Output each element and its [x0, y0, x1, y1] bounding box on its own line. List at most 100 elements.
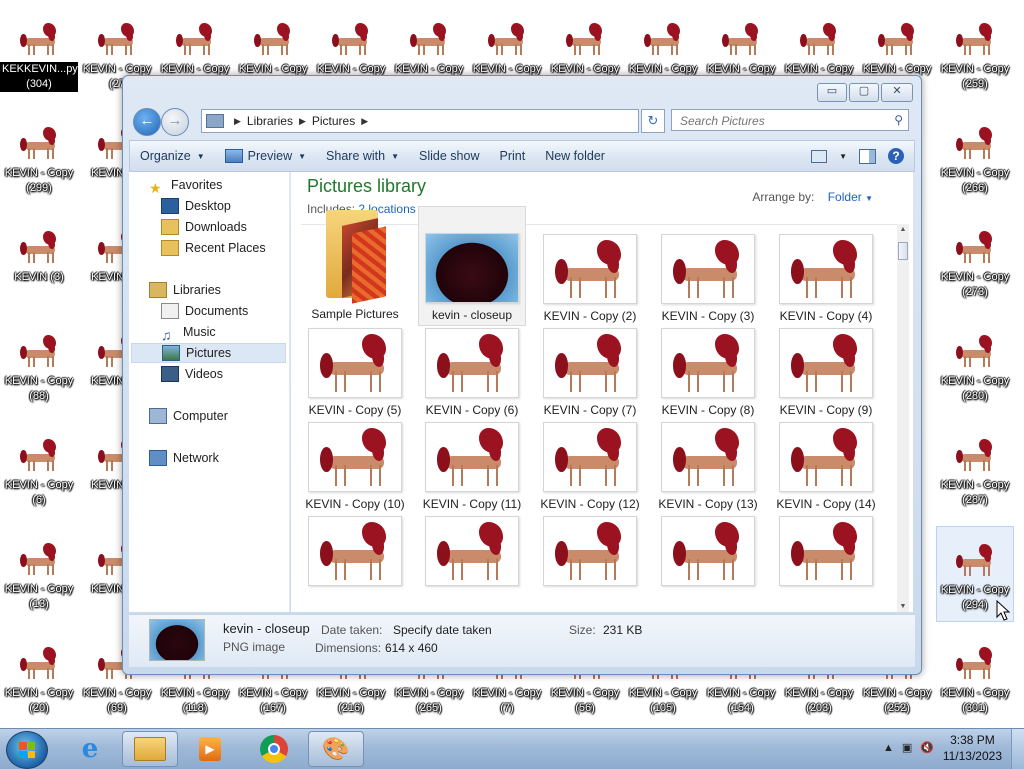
organize-menu[interactable]: Organize ▼	[140, 149, 205, 163]
file-tile[interactable]: KEVIN - Copy (3)	[654, 234, 762, 324]
nav-videos[interactable]: Videos	[161, 364, 223, 384]
folder-tile[interactable]: Sample Pictures	[301, 206, 409, 322]
chevron-right-icon[interactable]: ▶	[299, 116, 306, 127]
file-tile[interactable]	[654, 516, 762, 591]
file-tile[interactable]: KEVIN - Copy (5)	[301, 328, 409, 418]
star-icon: ★	[149, 180, 162, 196]
nav-libraries[interactable]: Libraries	[149, 280, 221, 300]
file-name: KEVIN - Copy (12)	[540, 497, 640, 511]
file-name: KEVIN - Copy (8)	[661, 403, 755, 417]
desktop-icon-kevin[interactable]: KEVIN - Copy (20)	[0, 630, 78, 726]
search-box[interactable]: ⚲	[671, 109, 909, 131]
file-tile[interactable]: KEVIN - Copy (8)	[654, 328, 762, 418]
media-player-taskbar-button[interactable]: ▶	[182, 731, 238, 767]
network-icon[interactable]: ▣	[902, 741, 912, 754]
search-input[interactable]	[678, 111, 882, 131]
address-bar[interactable]: ▶ Libraries ▶ Pictures ▶ ▼	[201, 109, 706, 133]
share-with-menu[interactable]: Share with ▼	[326, 149, 399, 163]
file-tile[interactable]	[772, 516, 880, 591]
slide-show-button[interactable]: Slide show	[419, 149, 479, 163]
maximize-button[interactable]: ▢	[849, 83, 879, 102]
horse-drawing	[482, 20, 532, 58]
nav-desktop[interactable]: Desktop	[161, 196, 231, 216]
nav-computer[interactable]: Computer	[149, 406, 228, 426]
nav-recent-places[interactable]: Recent Places	[161, 238, 266, 258]
search-icon[interactable]: ⚲	[894, 113, 903, 127]
horse-drawing	[560, 20, 610, 58]
refresh-button[interactable]: ↻	[641, 109, 665, 133]
file-tile[interactable]: KEVIN - Copy (13)	[654, 422, 762, 512]
file-name: kevin - closeup	[431, 308, 513, 322]
show-desktop-button[interactable]	[1011, 729, 1024, 769]
preview-menu[interactable]: Preview ▼	[224, 149, 306, 163]
desktop-icon-kevin[interactable]: KEVIN - Copy (301)	[936, 630, 1014, 726]
start-button[interactable]	[6, 731, 48, 769]
desktop-icon-kevin[interactable]: KEVIN - Copy (6)	[0, 422, 78, 518]
file-tile[interactable]: kevin - closeup	[418, 206, 526, 326]
desktop-icon-label: KEVIN - Copy (118)	[160, 687, 230, 714]
desktop-icon-kevin[interactable]: KEVIN - Copy (280)	[936, 318, 1014, 414]
file-tile[interactable]: KEVIN - Copy (2)	[536, 234, 644, 324]
horse-drawing	[544, 235, 636, 303]
file-tile[interactable]	[301, 516, 409, 591]
desktop-icon-label: KEVIN - Copy (56)	[550, 687, 620, 714]
desktop-icon-kevin[interactable]: KEVIN - Copy (287)	[936, 422, 1014, 518]
date-taken-value[interactable]: Specify date taken	[393, 623, 492, 637]
nav-music[interactable]: ♫ Music	[161, 322, 216, 343]
desktop-icon-kevin[interactable]: KEVIN - Copy (88)	[0, 318, 78, 414]
file-tile[interactable]: KEVIN - Copy (14)	[772, 422, 880, 512]
file-tile[interactable]: KEVIN - Copy (9)	[772, 328, 880, 418]
nav-downloads[interactable]: Downloads	[161, 217, 247, 237]
new-folder-button[interactable]: New folder	[545, 149, 605, 163]
nav-favorites[interactable]: ★ Favorites	[149, 175, 222, 196]
file-tile[interactable]	[536, 516, 644, 591]
chevron-right-icon[interactable]: ▶	[234, 116, 241, 127]
file-tile[interactable]: KEVIN - Copy (6)	[418, 328, 526, 418]
file-tile[interactable]: KEVIN - Copy (10)	[301, 422, 409, 512]
file-tile[interactable]: KEVIN - Copy (11)	[418, 422, 526, 512]
volume-muted-icon[interactable]: 🔇	[920, 741, 934, 754]
desktop-icon-kevin[interactable]: KEVIN - Copy (13)	[0, 526, 78, 622]
chrome-taskbar-button[interactable]	[246, 731, 302, 767]
desktop-icon-kevin[interactable]: KEVIN - Copy (299)	[0, 110, 78, 206]
horse-drawing	[14, 540, 64, 578]
chevron-down-icon[interactable]: ▼	[839, 152, 847, 161]
print-button[interactable]: Print	[499, 149, 525, 163]
breadcrumb-libraries[interactable]: Libraries	[247, 114, 293, 128]
internet-explorer-taskbar-button[interactable]: e	[62, 731, 118, 767]
change-view-icon[interactable]	[811, 149, 828, 163]
paint-taskbar-button[interactable]: 🎨	[308, 731, 364, 767]
desktop-icon-kevin[interactable]: KEVIN - Copy (266)	[936, 110, 1014, 206]
desktop-icon-label: KEVIN - Copy (287)	[940, 479, 1010, 506]
breadcrumb-pictures[interactable]: Pictures	[312, 114, 355, 128]
desktop-icon-kevin[interactable]: KEVIN (3)	[0, 214, 78, 310]
nav-network[interactable]: Network	[149, 448, 219, 468]
nav-pictures[interactable]: Pictures	[131, 343, 286, 363]
file-tile[interactable]	[418, 516, 526, 591]
clock[interactable]: 3:38 PM 11/13/2023	[943, 732, 1002, 764]
help-icon[interactable]: ?	[888, 148, 904, 164]
nav-label: Pictures	[186, 346, 232, 360]
show-hidden-icons-icon[interactable]: ▲	[883, 742, 894, 754]
file-tile[interactable]: KEVIN - Copy (4)	[772, 234, 880, 324]
file-tile[interactable]: KEVIN - Copy (7)	[536, 328, 644, 418]
desktop-icon-kevin[interactable]: KEKKEVIN...py (304)	[0, 6, 78, 102]
content-pane: Pictures library Includes: 2 locations A…	[291, 172, 913, 612]
forward-button[interactable]: →	[161, 108, 189, 136]
chevron-right-icon[interactable]: ▶	[361, 116, 368, 127]
minimize-button[interactable]: ▭	[817, 83, 847, 102]
scroll-down-icon[interactable]: ▼	[897, 603, 909, 610]
desktop-icon-kevin[interactable]: KEVIN - Copy (259)	[936, 6, 1014, 102]
vertical-scrollbar[interactable]: ▲ ▼	[897, 224, 909, 612]
close-button[interactable]: ✕	[881, 83, 913, 102]
internet-explorer-icon: e	[81, 734, 99, 764]
nav-label: Music	[183, 325, 216, 339]
nav-documents[interactable]: Documents	[161, 301, 248, 321]
scroll-up-icon[interactable]: ▲	[897, 226, 909, 233]
scrollbar-thumb[interactable]	[898, 242, 908, 260]
desktop-icon-kevin[interactable]: KEVIN - Copy (273)	[936, 214, 1014, 310]
explorer-taskbar-button[interactable]	[122, 731, 178, 767]
preview-pane-icon[interactable]	[859, 148, 876, 164]
back-button[interactable]: ←	[133, 108, 161, 136]
file-tile[interactable]: KEVIN - Copy (12)	[536, 422, 644, 512]
